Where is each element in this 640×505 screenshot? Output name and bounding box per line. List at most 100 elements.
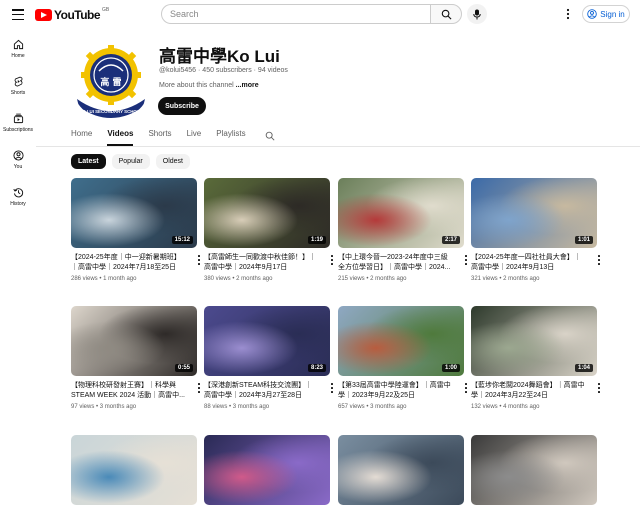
chip-latest[interactable]: Latest bbox=[71, 154, 106, 169]
video-more-button[interactable] bbox=[328, 254, 336, 266]
tabs-divider bbox=[36, 146, 640, 147]
you-icon bbox=[12, 149, 24, 161]
video-thumbnail[interactable]: 8:23 bbox=[204, 306, 330, 376]
tab-home[interactable]: Home bbox=[71, 126, 92, 146]
search-box: Search bbox=[161, 4, 462, 24]
sidebar-item-subscriptions[interactable]: Subscriptions bbox=[0, 104, 36, 141]
video-duration: 1:01 bbox=[574, 236, 593, 244]
video-card[interactable]: 1:00 【第33屆高雷中學陸運會】｜高雷中學｜2023年9月22及25日 657 … bbox=[338, 306, 467, 410]
video-card[interactable]: 1:04 【藍埗你老闆2024舞蹈會】｜高雷中學｜2024年3月22至24日 132… bbox=[471, 306, 600, 410]
video-meta: 215 views • 2 months ago bbox=[338, 276, 407, 282]
subscriptions-icon bbox=[13, 113, 23, 123]
video-title[interactable]: 【第33屆高雷中學陸運會】｜高雷中學｜2023年9月22及25日 bbox=[338, 381, 453, 401]
subscribe-button[interactable]: Subscribe bbox=[158, 97, 206, 115]
sign-in-label: Sign in bbox=[600, 9, 625, 19]
video-thumbnail[interactable] bbox=[204, 435, 330, 505]
channel-avatar[interactable]: 高 雷 KO LUI SECONDARY SCHOOL bbox=[71, 41, 151, 121]
video-card[interactable] bbox=[204, 435, 330, 505]
sidebar-label: Subscriptions bbox=[2, 126, 33, 133]
sidebar-item-you[interactable]: You bbox=[0, 141, 36, 178]
video-meta: 657 views • 3 months ago bbox=[338, 404, 407, 410]
video-title[interactable]: 【深港創新STEAM科技交流團】｜高雷中學｜2024年3月27至28日 bbox=[204, 381, 319, 401]
video-title[interactable]: 【高雷師生一同歡渡中秋佳節！】｜高雷中學｜2024年9月17日 bbox=[204, 253, 319, 273]
video-meta: 286 views • 1 month ago bbox=[71, 276, 137, 282]
video-card[interactable]: 1:19 【高雷師生一同歡渡中秋佳節！】｜高雷中學｜2024年9月17日 380 v… bbox=[204, 178, 333, 282]
sidebar-label: Shorts bbox=[10, 89, 26, 96]
tab-shorts[interactable]: Shorts bbox=[148, 126, 171, 146]
video-meta: 97 views • 3 months ago bbox=[71, 404, 137, 410]
video-thumbnail[interactable]: 1:00 bbox=[338, 306, 464, 376]
video-duration: 8:23 bbox=[307, 364, 326, 372]
video-duration: 1:00 bbox=[441, 364, 460, 372]
video-thumbnail[interactable] bbox=[71, 435, 197, 505]
video-thumbnail[interactable]: 1:19 bbox=[204, 178, 330, 248]
video-more-button[interactable] bbox=[195, 382, 203, 394]
video-card[interactable]: 0:55 【物理科校研發射王賽】｜科學與STEAM WEEK 2024 活動｜高雷… bbox=[71, 306, 200, 410]
video-meta: 132 views • 4 months ago bbox=[471, 404, 540, 410]
video-thumbnail[interactable]: 15:12 bbox=[71, 178, 197, 248]
video-more-button[interactable] bbox=[595, 254, 603, 266]
channel-search-button[interactable] bbox=[265, 128, 275, 146]
video-more-button[interactable] bbox=[595, 382, 603, 394]
settings-more-button[interactable] bbox=[562, 7, 574, 21]
video-card[interactable]: 2:17 【中上環今晉一2023-24年度中三級全方位學習日】｜高雷中學｜2024… bbox=[338, 178, 467, 282]
video-card[interactable]: 8:23 【深港創新STEAM科技交流團】｜高雷中學｜2024年3月27至28日 8… bbox=[204, 306, 333, 410]
search-icon bbox=[265, 131, 275, 141]
tab-playlists[interactable]: Playlists bbox=[216, 126, 245, 146]
more-vert-icon bbox=[566, 8, 570, 20]
video-card[interactable] bbox=[338, 435, 464, 505]
video-title[interactable]: 【藍埗你老闆2024舞蹈會】｜高雷中學｜2024年3月22至24日 bbox=[471, 381, 586, 401]
video-more-button[interactable] bbox=[462, 254, 470, 266]
video-thumbnail[interactable] bbox=[471, 435, 597, 505]
history-icon bbox=[12, 187, 23, 197]
sidebar: Home Shorts Subscriptions You History bbox=[0, 30, 36, 215]
video-more-button[interactable] bbox=[195, 254, 203, 266]
video-thumbnail[interactable]: 1:04 bbox=[471, 306, 597, 376]
voice-search-button[interactable] bbox=[467, 4, 487, 24]
microphone-icon bbox=[473, 9, 481, 19]
chip-oldest[interactable]: Oldest bbox=[155, 154, 190, 169]
account-icon bbox=[587, 9, 598, 19]
sidebar-label: Home bbox=[11, 52, 25, 59]
video-card[interactable] bbox=[71, 435, 197, 505]
video-card[interactable]: 15:12 【2024-25年度｜中一迎新暑期班】｜高雷中學｜2024年7月18至… bbox=[71, 178, 200, 282]
video-title[interactable]: 【物理科校研發射王賽】｜科學與STEAM WEEK 2024 活動｜高雷中... bbox=[71, 381, 186, 401]
menu-icon[interactable] bbox=[12, 9, 24, 20]
shorts-icon bbox=[14, 76, 22, 87]
sidebar-label: History bbox=[10, 200, 26, 207]
video-more-button[interactable] bbox=[328, 382, 336, 394]
video-more-button[interactable] bbox=[462, 382, 470, 394]
youtube-play-icon bbox=[35, 9, 52, 21]
search-icon bbox=[441, 9, 451, 19]
sidebar-label: You bbox=[13, 163, 23, 170]
video-card[interactable] bbox=[471, 435, 597, 505]
tab-videos[interactable]: Videos bbox=[107, 126, 134, 146]
video-meta: 380 views • 2 months ago bbox=[204, 276, 273, 282]
home-icon bbox=[13, 39, 23, 49]
video-thumbnail[interactable]: 1:01 bbox=[471, 178, 597, 248]
sign-in-button[interactable]: Sign in bbox=[582, 5, 630, 23]
video-duration: 2:17 bbox=[441, 236, 460, 244]
video-title[interactable]: 【2024-25年度｜中一迎新暑期班】｜高雷中學｜2024年7月18至25日 bbox=[71, 253, 186, 273]
video-title[interactable]: 【中上環今晉一2023-24年度中三級全方位學習日】｜高雷中學｜2024... bbox=[338, 253, 453, 273]
video-duration: 1:04 bbox=[574, 364, 593, 372]
sidebar-item-home[interactable]: Home bbox=[0, 30, 36, 67]
about-more-link[interactable]: ...more bbox=[236, 82, 259, 89]
video-title[interactable]: 【2024-25年度一四社社員大會】｜高雷中學｜2024年9月13日 bbox=[471, 253, 586, 273]
channel-meta: @kolui5456 · 450 subscribers · 94 videos bbox=[159, 67, 288, 74]
school-crest-logo: 高 雷 KO LUI SECONDARY SCHOOL bbox=[71, 41, 151, 121]
video-thumbnail[interactable]: 2:17 bbox=[338, 178, 464, 248]
search-button[interactable] bbox=[430, 4, 462, 24]
youtube-logo[interactable]: YouTube GB bbox=[35, 7, 109, 22]
channel-about[interactable]: More about this channel ...more bbox=[159, 82, 259, 89]
sidebar-item-history[interactable]: History bbox=[0, 178, 36, 215]
tab-live[interactable]: Live bbox=[187, 126, 202, 146]
chip-popular[interactable]: Popular bbox=[111, 154, 150, 169]
crest-banner-text: KO LUI SECONDARY SCHOOL bbox=[79, 109, 143, 114]
video-meta: 88 views • 3 months ago bbox=[204, 404, 270, 410]
video-thumbnail[interactable]: 0:55 bbox=[71, 306, 197, 376]
video-card[interactable]: 1:01 【2024-25年度一四社社員大會】｜高雷中學｜2024年9月13日 32… bbox=[471, 178, 600, 282]
sidebar-item-shorts[interactable]: Shorts bbox=[0, 67, 36, 104]
video-thumbnail[interactable] bbox=[338, 435, 464, 505]
search-input[interactable]: Search bbox=[161, 4, 430, 24]
